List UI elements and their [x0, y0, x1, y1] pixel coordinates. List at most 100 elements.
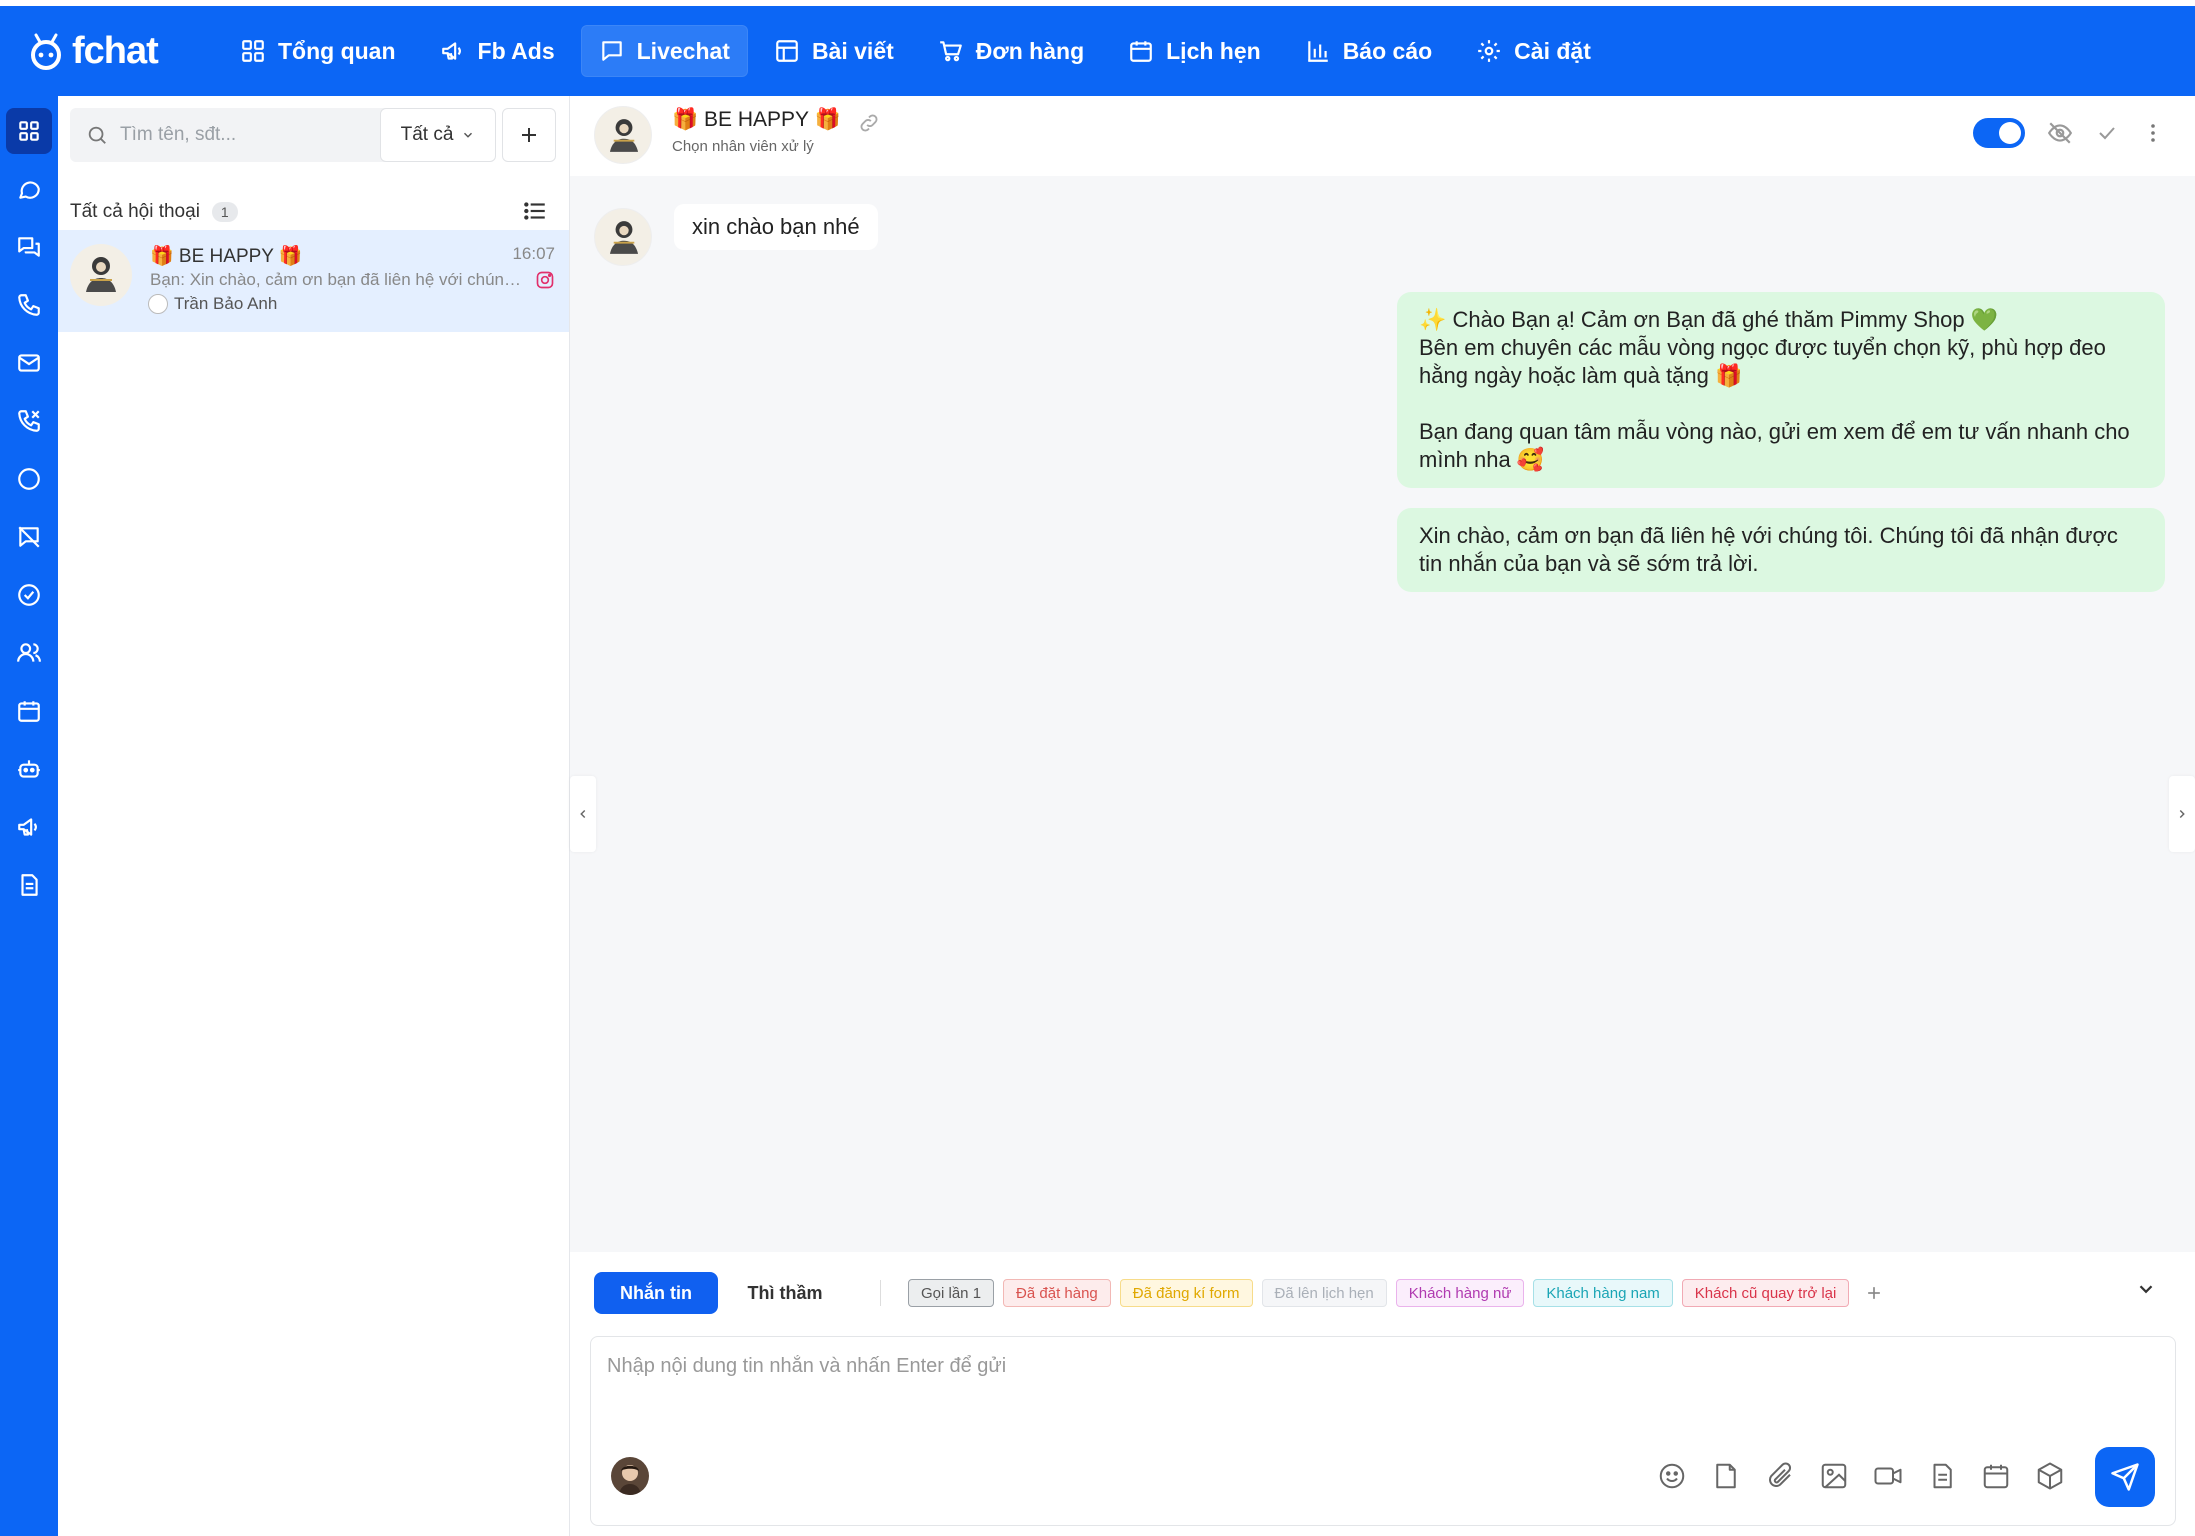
tag-chip[interactable]: Khách hàng nam	[1533, 1279, 1673, 1307]
conversation-item[interactable]: 🎁 BE HAPPY 🎁 16:07 Bạn: Xin chào, cảm ơn…	[58, 230, 569, 332]
chart-icon	[1307, 41, 1328, 62]
expand-right-button[interactable]	[2169, 776, 2195, 852]
message-circle-icon	[19, 181, 40, 199]
conversation-time: 16:07	[512, 244, 555, 263]
nav-label: Cài đặt	[1514, 37, 1591, 64]
incoming-message: xin chào bạn nhé	[674, 204, 878, 250]
conversation-list-panel: Tất cả Tất cả hội thoại 1 🎁 BE HAPPY 🎁 1…	[58, 96, 570, 1536]
rail-comments[interactable]	[6, 224, 52, 270]
assign-agent-link[interactable]: Chọn nhân viên xử lý	[672, 138, 814, 155]
rail-grid[interactable]	[6, 108, 52, 154]
collapse-composer-button[interactable]	[2135, 1278, 2157, 1300]
chat-area: 🎁 BE HAPPY 🎁 Chọn nhân viên xử lý xin ch…	[570, 96, 2195, 1536]
image-icon[interactable]	[1819, 1461, 1849, 1491]
message-input[interactable]	[607, 1355, 2147, 1415]
link-button[interactable]	[858, 112, 880, 134]
tag-chip[interactable]: Khách cũ quay trở lại	[1681, 1279, 1850, 1307]
chevron-down-icon	[464, 132, 473, 138]
message-composer: Nhắn tin Thì thầm Gọi lần 1 Đã đặt hàng Đã…	[570, 1252, 2195, 1536]
rail-phone[interactable]	[6, 282, 52, 328]
users-icon	[17, 643, 41, 662]
cart-icon	[939, 41, 962, 62]
nav-label: Đơn hàng	[975, 37, 1085, 64]
rail-circle[interactable]	[6, 456, 52, 502]
tag-chip[interactable]: Đã đặt hàng	[1003, 1279, 1111, 1307]
tab-message[interactable]: Nhắn tin	[594, 1272, 718, 1314]
comment-off-icon	[18, 526, 40, 548]
tag-chip[interactable]: Gọi lần 1	[908, 1279, 995, 1307]
nav-label: Fb Ads	[477, 37, 555, 64]
rail-mail[interactable]	[6, 340, 52, 386]
eye-off-icon[interactable]	[2047, 120, 2073, 146]
incoming-avatar	[594, 208, 652, 266]
rail-tasks[interactable]	[6, 572, 52, 618]
nav-label: Bài viết	[811, 37, 894, 64]
fchat-logo-icon	[31, 33, 61, 70]
search-input[interactable]	[120, 124, 410, 146]
megaphone-icon	[441, 42, 461, 60]
rail-calendar[interactable]	[6, 688, 52, 734]
fchat-logo[interactable]: fchat	[26, 30, 186, 73]
check-icon[interactable]	[2095, 121, 2119, 145]
nav-cai-dat[interactable]: Cài đặt	[1458, 25, 1609, 77]
nav-bao-cao[interactable]: Báo cáo	[1287, 25, 1450, 77]
contact-name: 🎁 BE HAPPY 🎁	[672, 108, 841, 132]
cube-icon[interactable]	[2035, 1461, 2065, 1491]
circle-icon	[18, 468, 40, 490]
tag-chip[interactable]: Đã lên lịch hẹn	[1261, 1279, 1387, 1307]
more-vertical-icon[interactable]	[2141, 121, 2165, 145]
chevron-left-icon	[580, 809, 586, 819]
nav-tong-quan[interactable]: Tổng quan	[222, 25, 414, 77]
add-tag-button[interactable]	[1864, 1283, 1884, 1303]
main-nav: Tổng quan Fb Ads Livechat Bài viết Đơn h…	[222, 25, 1609, 77]
tag-chip[interactable]: Đã đăng kí form	[1119, 1279, 1253, 1307]
list-icon	[524, 202, 545, 220]
bot-icon	[18, 760, 40, 778]
agent-avatar	[148, 294, 168, 314]
rail-call-log[interactable]	[6, 398, 52, 444]
nav-lich-hen[interactable]: Lịch hẹn	[1110, 25, 1279, 77]
list-view-menu-button[interactable]	[522, 198, 548, 224]
phone-icon	[18, 294, 40, 316]
list-header: Tất cả hội thoại 1	[70, 192, 558, 232]
nav-label: Báo cáo	[1342, 37, 1433, 64]
video-icon[interactable]	[1873, 1461, 1903, 1491]
bot-toggle[interactable]	[1973, 118, 2025, 148]
tag-chip[interactable]: Khách hàng nữ	[1395, 1279, 1525, 1307]
rail-campaigns[interactable]	[6, 804, 52, 850]
calendar-icon	[1130, 41, 1152, 62]
plus-icon	[1868, 1287, 1881, 1299]
chevron-down-icon	[2139, 1285, 2153, 1294]
instagram-icon	[535, 270, 555, 290]
rail-documents[interactable]	[6, 862, 52, 908]
dashboard-icon	[242, 40, 264, 62]
nav-fb-ads[interactable]: Fb Ads	[422, 25, 573, 77]
rail-messages[interactable]	[6, 166, 52, 212]
left-icon-rail	[0, 96, 58, 1536]
collapse-left-button[interactable]	[570, 776, 596, 852]
rail-bot[interactable]	[6, 746, 52, 792]
nav-don-hang[interactable]: Đơn hàng	[920, 25, 1102, 77]
add-conversation-button[interactable]	[502, 108, 556, 162]
send-button[interactable]	[2095, 1447, 2155, 1507]
send-icon	[2111, 1463, 2139, 1491]
nav-bai-viet[interactable]: Bài viết	[756, 25, 912, 77]
search-icon	[88, 126, 106, 144]
conversation-filter-select[interactable]: Tất cả	[380, 108, 496, 162]
calendar-icon	[18, 701, 40, 722]
messages-icon	[18, 237, 40, 257]
calendar-icon[interactable]	[1981, 1461, 2011, 1491]
emoji-icon[interactable]	[1657, 1461, 1687, 1491]
gear-icon	[1478, 40, 1501, 62]
paperclip-icon[interactable]	[1765, 1461, 1795, 1491]
nav-livechat[interactable]: Livechat	[580, 25, 748, 77]
contact-name-text: 🎁 BE HAPPY 🎁	[672, 108, 841, 131]
rail-users[interactable]	[6, 630, 52, 676]
document-icon[interactable]	[1927, 1461, 1957, 1491]
nav-label: Tổng quan	[278, 37, 396, 64]
conversation-name: 🎁 BE HAPPY 🎁	[150, 246, 303, 267]
rail-comment-off[interactable]	[6, 514, 52, 560]
sticker-icon[interactable]	[1711, 1461, 1741, 1491]
tab-whisper[interactable]: Thì thầm	[730, 1272, 840, 1314]
agent-avatar[interactable]	[611, 1457, 649, 1495]
